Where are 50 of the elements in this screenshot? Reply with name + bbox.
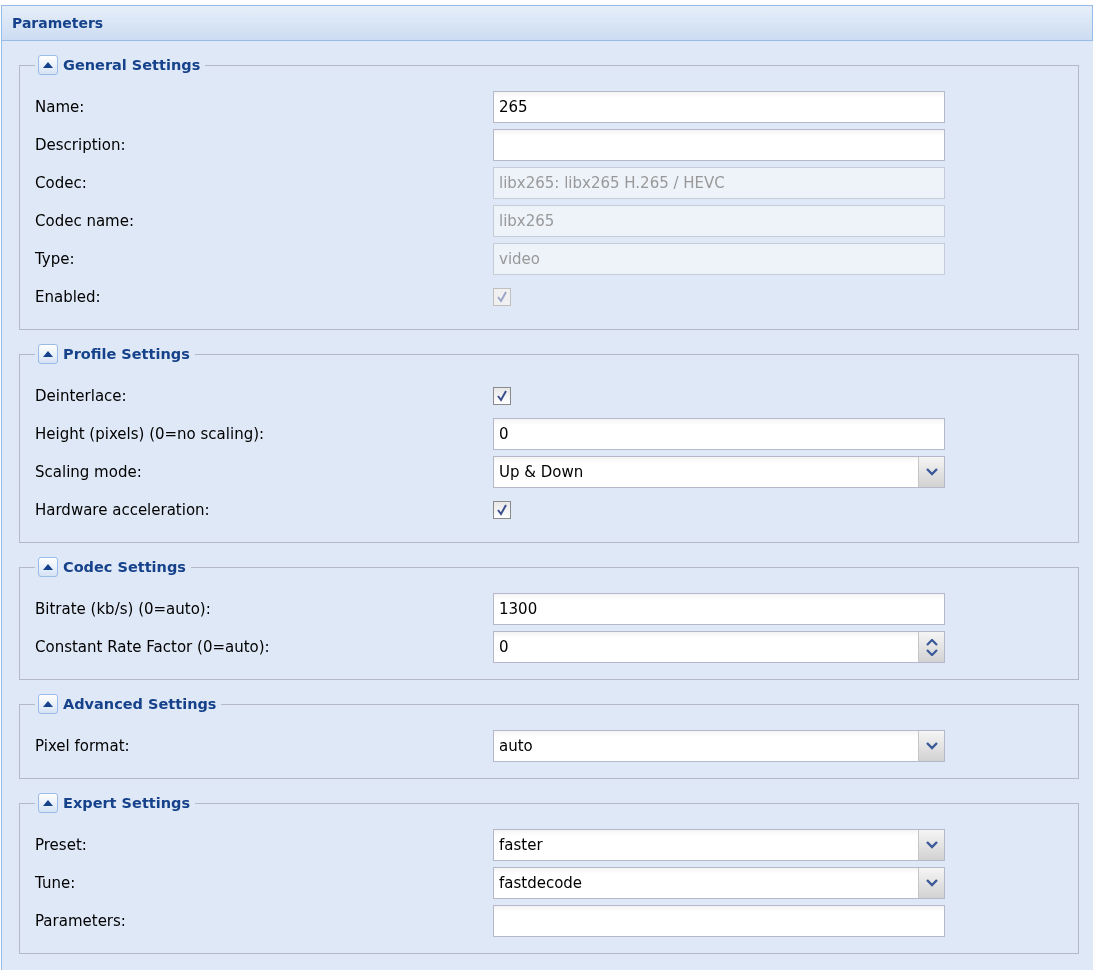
chevron-down-icon xyxy=(925,879,938,887)
collapse-toggle[interactable] xyxy=(38,694,58,714)
text-field[interactable]: 1300 xyxy=(493,593,945,625)
chevron-down-icon[interactable] xyxy=(925,648,938,656)
number-spinner[interactable]: 0 xyxy=(493,631,945,663)
dropdown[interactable]: Up & Down xyxy=(493,456,945,488)
chevron-up-icon[interactable] xyxy=(925,638,938,646)
section-title: Profile Settings xyxy=(63,346,190,362)
triangle-icon xyxy=(43,351,53,357)
triangle-icon xyxy=(43,564,53,570)
checkbox[interactable] xyxy=(493,501,511,519)
field-label: Deinterlace: xyxy=(35,387,128,405)
text-field[interactable] xyxy=(493,129,945,161)
field-label: Preset: xyxy=(35,836,88,854)
field-label: Height (pixels) (0=no scaling): xyxy=(35,425,266,443)
text-field[interactable]: 265 xyxy=(493,91,945,123)
field-label: Codec name: xyxy=(35,212,135,230)
collapse-toggle[interactable] xyxy=(38,344,58,364)
triangle-icon xyxy=(43,701,53,707)
field-label: Constant Rate Factor (0=auto): xyxy=(35,638,271,656)
section-title: Expert Settings xyxy=(63,795,191,811)
section-title: General Settings xyxy=(63,57,201,73)
text-field[interactable] xyxy=(493,905,945,937)
field-label: Codec: xyxy=(35,174,88,192)
collapse-toggle[interactable] xyxy=(38,793,58,813)
field-label: Bitrate (kb/s) (0=auto): xyxy=(35,600,212,618)
text-field[interactable]: 0 xyxy=(493,418,945,450)
chevron-down-icon xyxy=(925,468,938,476)
dropdown[interactable]: auto xyxy=(493,730,945,762)
chevron-down-icon xyxy=(925,841,938,849)
section-title: Codec Settings xyxy=(63,559,186,575)
dropdown[interactable]: faster xyxy=(493,829,945,861)
field-label: Pixel format: xyxy=(35,737,131,755)
field-label: Name: xyxy=(35,98,86,116)
checkbox[interactable] xyxy=(493,387,511,405)
chevron-down-icon xyxy=(925,742,938,750)
panel-title: Parameters xyxy=(12,15,104,31)
field-label: Parameters: xyxy=(35,912,127,930)
collapse-toggle[interactable] xyxy=(38,55,58,75)
section-title: Advanced Settings xyxy=(63,696,217,712)
field-label: Hardware acceleration: xyxy=(35,501,211,519)
triangle-icon xyxy=(43,800,53,806)
field-label: Scaling mode: xyxy=(35,463,143,481)
field-label: Tune: xyxy=(35,874,77,892)
field-label: Description: xyxy=(35,136,127,154)
field-label: Type: xyxy=(35,250,76,268)
dropdown[interactable]: fastdecode xyxy=(493,867,945,899)
collapse-toggle[interactable] xyxy=(38,557,58,577)
triangle-icon xyxy=(43,62,53,68)
field-label: Enabled: xyxy=(35,288,102,306)
